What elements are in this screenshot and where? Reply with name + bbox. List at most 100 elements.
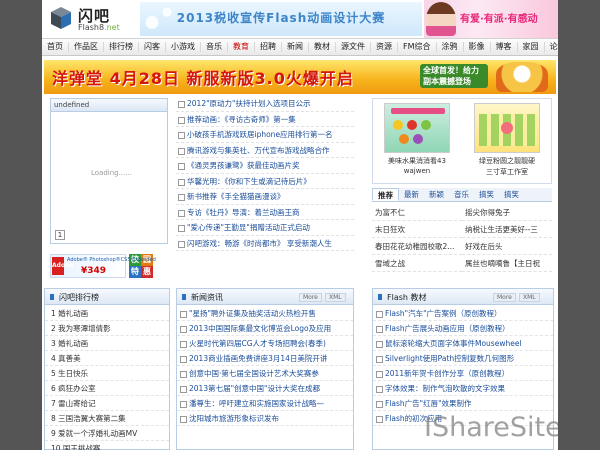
game-thumbnail[interactable]: [474, 103, 540, 153]
nav-item-fm[interactable]: FM综合: [398, 42, 437, 52]
news-link[interactable]: 沈阳城市旅游形象标识发布: [177, 411, 353, 426]
ranking-item[interactable]: 雪域之战: [372, 255, 462, 272]
right-banner-ad[interactable]: 有爱·有派·有感动: [424, 0, 558, 38]
photoshop-ad-main[interactable]: Adobe Adobe® Photoshop®CS5 Extended ¥349: [50, 254, 156, 278]
ranking-item[interactable]: 属丝也嘀嘀鲁【主日祝: [462, 255, 552, 272]
news-link[interactable]: 潘尊生：呼吁建立和实施国家设计战略—: [177, 396, 353, 411]
ad-product-label: Adobe® Photoshop®CS5 Extended: [67, 257, 156, 263]
ranking-item[interactable]: 好戏在后头: [462, 238, 552, 255]
ranking-item[interactable]: 春田花花幼稚园校歌2...: [372, 238, 462, 255]
news-link[interactable]: 推荐动画：《寻访古奇师》第一集: [176, 112, 354, 127]
tutorial-link[interactable]: Silverlight使用Path控制复数几何图形: [373, 351, 553, 366]
panel-title[interactable]: 闪吧排行榜: [59, 292, 99, 303]
tutorial-link[interactable]: 2011新年贺卡创作分享（原创教程）: [373, 366, 553, 381]
ranking-entry[interactable]: 3 婚礼动画: [45, 336, 169, 351]
news-link[interactable]: 2013中国国际集最文化博览会Logo及应用: [177, 321, 353, 336]
tab-newest[interactable]: 最新: [399, 188, 424, 201]
news-link[interactable]: 华馨光明：《你和下生或滴记待后片》: [176, 174, 354, 189]
tutorial-link[interactable]: Flash"汽车"广告案例（原创教程）: [373, 306, 553, 321]
tab-funny[interactable]: 搞笑: [474, 188, 499, 201]
ranking-entry[interactable]: 1 婚礼动画: [45, 306, 169, 321]
promo-subtext: 全球首发！给力副本震撼登场: [420, 64, 488, 88]
page: 闪吧 Flash8.net 2013税收宣传Flash动画设计大赛 有爱·有派·…: [42, 0, 558, 450]
ad-tile: 惠: [141, 266, 153, 278]
ranking-entry[interactable]: 8 三国浩翼大赛第二集: [45, 411, 169, 426]
panel-title[interactable]: 新闻资讯: [191, 292, 223, 303]
game-author[interactable]: wajwen: [379, 167, 455, 175]
nav-item-home-community[interactable]: 家园: [518, 42, 545, 52]
ranking-item[interactable]: 纳税让生活更美好--三: [462, 221, 552, 238]
news-link[interactable]: 2012"原动力"扶持计划入选项目公示: [176, 96, 354, 112]
news-link[interactable]: 2013第七届"创意中国"设计大奖在成都: [177, 381, 353, 396]
nav-item-music[interactable]: 音乐: [201, 42, 228, 52]
nav-item-works[interactable]: 作品区: [69, 42, 104, 52]
tab-recommended[interactable]: 推荐: [372, 188, 399, 201]
news-link[interactable]: 专访《牡丹》导演：着兰动画王商: [176, 205, 354, 220]
nav-item-jobs[interactable]: 招聘: [255, 42, 282, 52]
flash-player-box[interactable]: undefined Loading...... 1: [50, 98, 168, 244]
nav-item-tutorials[interactable]: 教材: [309, 42, 336, 52]
news-link[interactable]: 《通灵男孩谦鹭》获最佳动画片奖: [176, 158, 354, 174]
tutorial-link[interactable]: Flash广告展头动画应用（原创教程）: [373, 321, 553, 336]
ranking-entry[interactable]: 9 爱就一个浮婚礼动画MV: [45, 426, 169, 441]
nav-item-rankings[interactable]: 排行榜: [104, 42, 139, 52]
ranking-item[interactable]: 为富不仁: [372, 204, 462, 221]
news-link[interactable]: 腾讯游戏与集英社、万代宣布游戏战略合作: [176, 143, 354, 158]
news-link[interactable]: 2013商业插画免费讲座3月14日美院开讲: [177, 351, 353, 366]
tab-novel[interactable]: 新颖: [424, 188, 449, 201]
ranking-entry[interactable]: 6 疯狂办公室: [45, 381, 169, 396]
tutorial-link[interactable]: 字体效果：制作气泡吹散的文字效果: [373, 381, 553, 396]
tutorial-link[interactable]: 鼠标滚轮缩大页面字体事件Mousewheel: [373, 336, 553, 351]
xml-button[interactable]: XML: [325, 293, 346, 302]
ranking-entry[interactable]: 10 国王挑战赛: [45, 441, 169, 450]
game-title[interactable]: 绿豆粉圆之靓靓硬: [469, 156, 545, 166]
nav-item-forum[interactable]: 论坛: [545, 42, 558, 52]
nav-item-games[interactable]: 小游戏: [166, 42, 201, 52]
ranking-entry[interactable]: 5 生日快乐: [45, 366, 169, 381]
nav-item-flashers[interactable]: 闪客: [139, 42, 166, 52]
tutorials-panel-header: Flash 教材 More XML: [373, 289, 553, 305]
adobe-logo-icon: Adobe: [52, 257, 73, 275]
nav-item-doodle[interactable]: 涂鸦: [437, 42, 464, 52]
page-number-button[interactable]: 1: [55, 230, 65, 240]
nav-item-source-files[interactable]: 源文件: [336, 42, 371, 52]
panel-bullet-icon: [378, 294, 382, 300]
tutorial-link[interactable]: Flash广告"红唇"效果制作: [373, 396, 553, 411]
site-logo[interactable]: 闪吧 Flash8.net: [50, 4, 132, 34]
nav-item-home[interactable]: 首页: [42, 42, 69, 52]
ad-price: ¥349: [81, 266, 107, 276]
news-link[interactable]: 创意中国·第七届全国设计艺术大奖赛参: [177, 366, 353, 381]
news-link[interactable]: 小破孩手机游戏跃居iphone应用排行第一名: [176, 127, 354, 143]
nav-item-blog[interactable]: 博客: [491, 42, 518, 52]
photoshop-ad[interactable]: Adobe Adobe® Photoshop®CS5 Extended ¥349…: [50, 254, 168, 278]
nav-item-education[interactable]: 教育: [228, 42, 255, 52]
game-card[interactable]: 美味水果消消看43 wajwen: [379, 103, 455, 175]
more-button[interactable]: More: [299, 293, 322, 302]
news-link[interactable]: 火星时代第四届CG人才专场招聘会(春季): [177, 336, 353, 351]
game-author[interactable]: 三寸草工作室: [469, 167, 545, 177]
news-link[interactable]: "星扬"聘外证集及抽奖活动火热检开售: [177, 306, 353, 321]
game-card[interactable]: 绿豆粉圆之靓靓硬 三寸草工作室: [469, 103, 545, 177]
news-link[interactable]: 闪吧游戏：畅游《时尚都市》 享受新潮人生: [176, 236, 354, 251]
rankings-panel: 闪吧排行榜 1 婚礼动画 2 我为寒潭增倩影 3 婚礼动画 4 真善美 5 生日…: [44, 288, 170, 450]
ranking-entry[interactable]: 7 雷山寄给记: [45, 396, 169, 411]
ranking-entry[interactable]: 4 真善美: [45, 351, 169, 366]
tab-music[interactable]: 音乐: [449, 188, 474, 201]
tab-funny-2[interactable]: 搞笑: [499, 188, 524, 201]
nav-item-news[interactable]: 新闻: [282, 42, 309, 52]
news-link[interactable]: 新书推荐《手全猫猫画漫谈》: [176, 189, 354, 205]
ranking-item[interactable]: 摇尖你得兔子: [462, 204, 552, 221]
nav-item-video[interactable]: 影像: [464, 42, 491, 52]
xml-button[interactable]: XML: [519, 293, 540, 302]
ranking-entry[interactable]: 2 我为寒潭增倩影: [45, 321, 169, 336]
ranking-item[interactable]: 末日狂欢: [372, 221, 462, 238]
panel-title[interactable]: Flash 教材: [387, 292, 427, 303]
nav-item-resources[interactable]: 资源: [371, 42, 398, 52]
game-promo-banner[interactable]: 洋弹堂 4月28日 新服新版3.0火爆开启 全球首发！给力副本震撼登场: [44, 60, 556, 94]
more-button[interactable]: More: [493, 293, 516, 302]
game-title[interactable]: 美味水果消消看43: [379, 156, 455, 166]
game-thumbnail[interactable]: [384, 103, 450, 153]
news-panel: 新闻资讯 More XML "星扬"聘外证集及抽奖活动火热检开售 2013中国国…: [176, 288, 354, 450]
top-banner-ad[interactable]: 2013税收宣传Flash动画设计大赛: [140, 2, 422, 36]
news-link[interactable]: "爱心传递"王勤显"捐赠活动正式启动: [176, 220, 354, 236]
